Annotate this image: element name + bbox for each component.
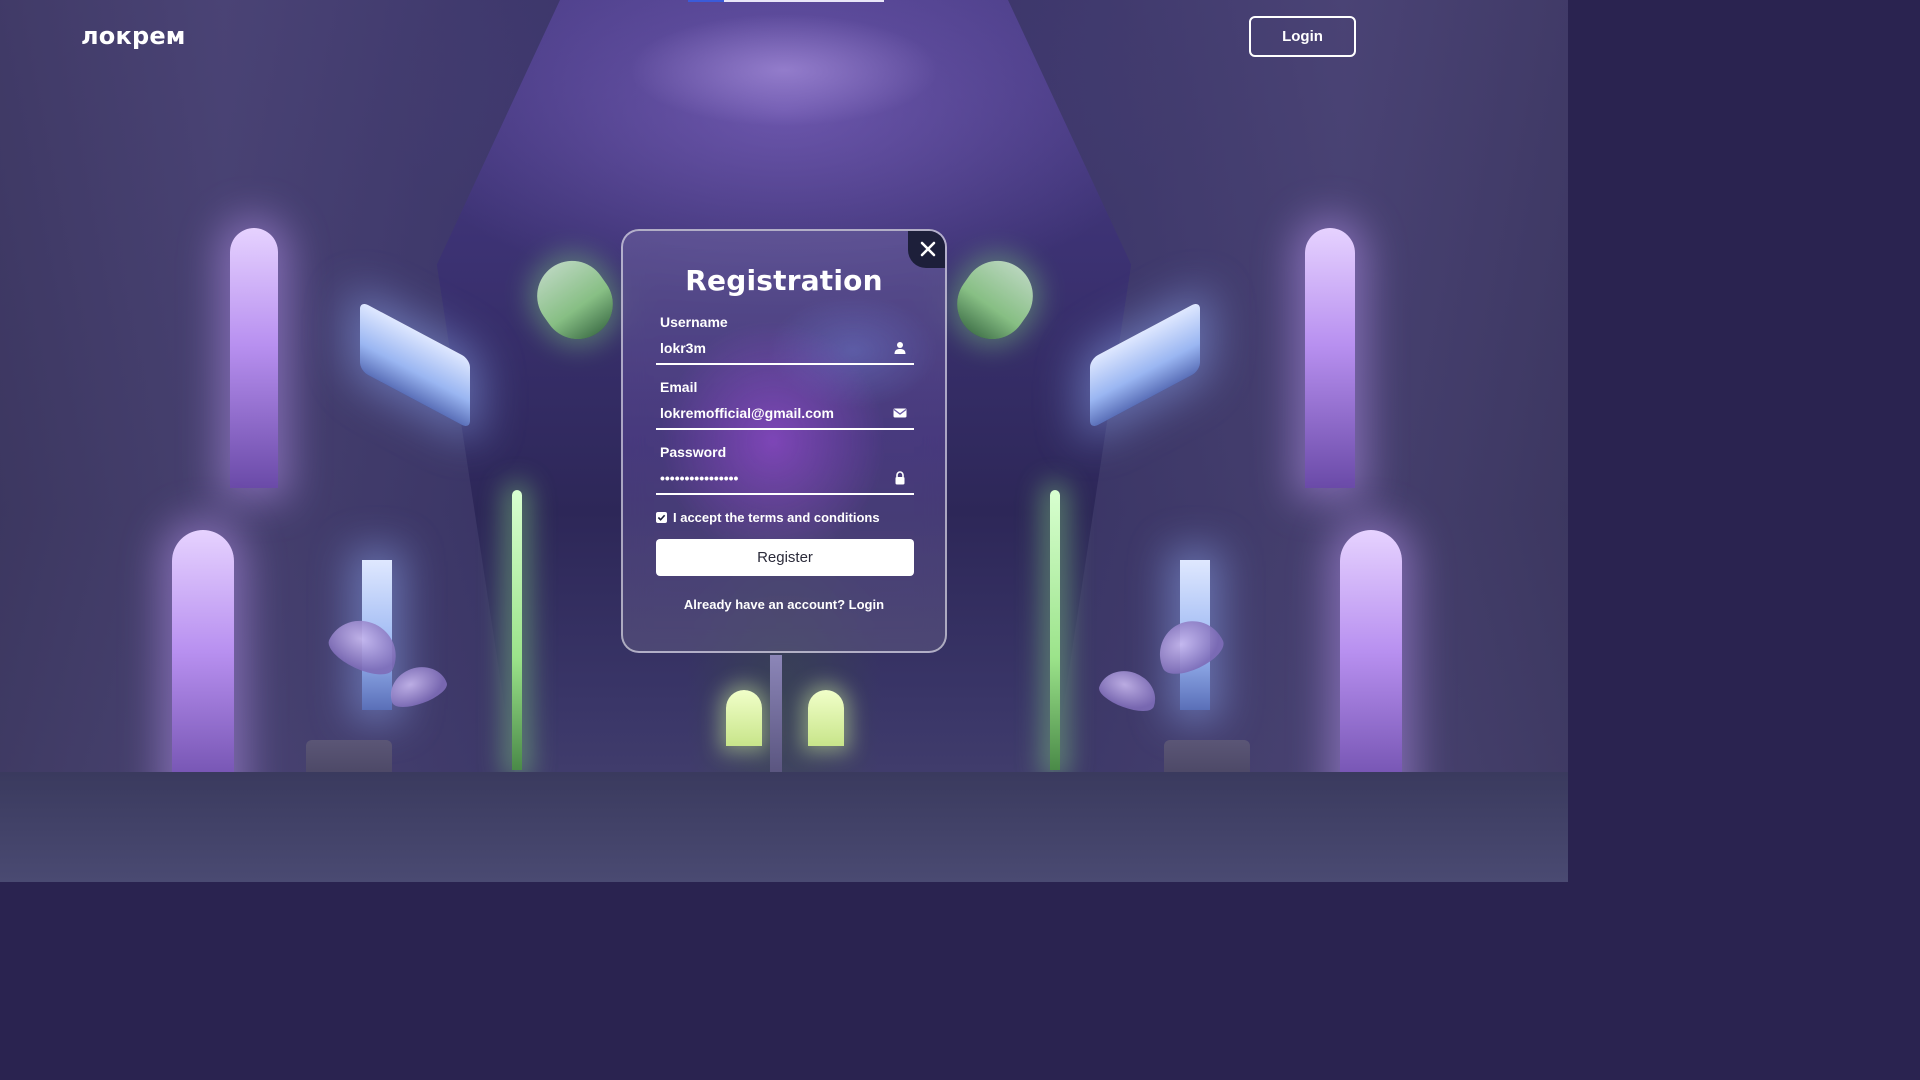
brand-logo[interactable]: локрем [81,22,186,50]
login-switch-link[interactable]: Login [849,597,884,612]
email-label: Email [660,379,698,395]
header-login-button[interactable]: Login [1249,16,1356,57]
modal-title: Registration [685,264,883,297]
password-input[interactable] [656,465,876,491]
username-row [656,335,914,365]
register-button[interactable]: Register [656,539,914,576]
close-button[interactable] [908,231,945,268]
username-label: Username [660,314,728,330]
login-switch-line: Already have an account? Login [623,597,945,612]
right-wall [1008,0,1568,882]
username-field-group: Username [656,314,914,365]
registration-modal: Registration Username Email Password [621,229,947,653]
terms-label: I accept the terms and conditions [673,510,880,525]
right-arch-upper [1305,228,1355,488]
right-green-arch [943,247,1047,353]
left-green-pillar [512,490,522,770]
back-door-left [726,690,762,746]
loading-bar-segment [688,0,724,2]
terms-checkbox[interactable] [656,512,667,523]
lock-icon [895,471,905,485]
mail-icon [893,408,907,418]
left-green-arch [523,247,627,353]
email-input[interactable] [656,400,876,426]
email-field-group: Email [656,379,914,430]
username-input[interactable] [656,335,876,361]
password-row [656,465,914,495]
password-field-group: Password [656,444,914,495]
loading-bar-segment [724,0,884,2]
left-arch-lower [172,530,234,800]
right-arch-lower [1340,530,1402,800]
left-wall [0,0,560,882]
back-door-right [808,690,844,746]
left-arch-upper [230,228,278,488]
email-row [656,400,914,430]
center-pillar [770,655,782,785]
checkmark-icon [657,514,666,521]
login-switch-prompt: Already have an account? [683,597,846,612]
close-icon [920,241,935,256]
right-green-pillar [1050,490,1060,770]
user-icon [894,342,906,354]
terms-checkbox-row[interactable]: I accept the terms and conditions [656,510,880,525]
floor [0,772,1568,882]
password-label: Password [660,444,727,460]
